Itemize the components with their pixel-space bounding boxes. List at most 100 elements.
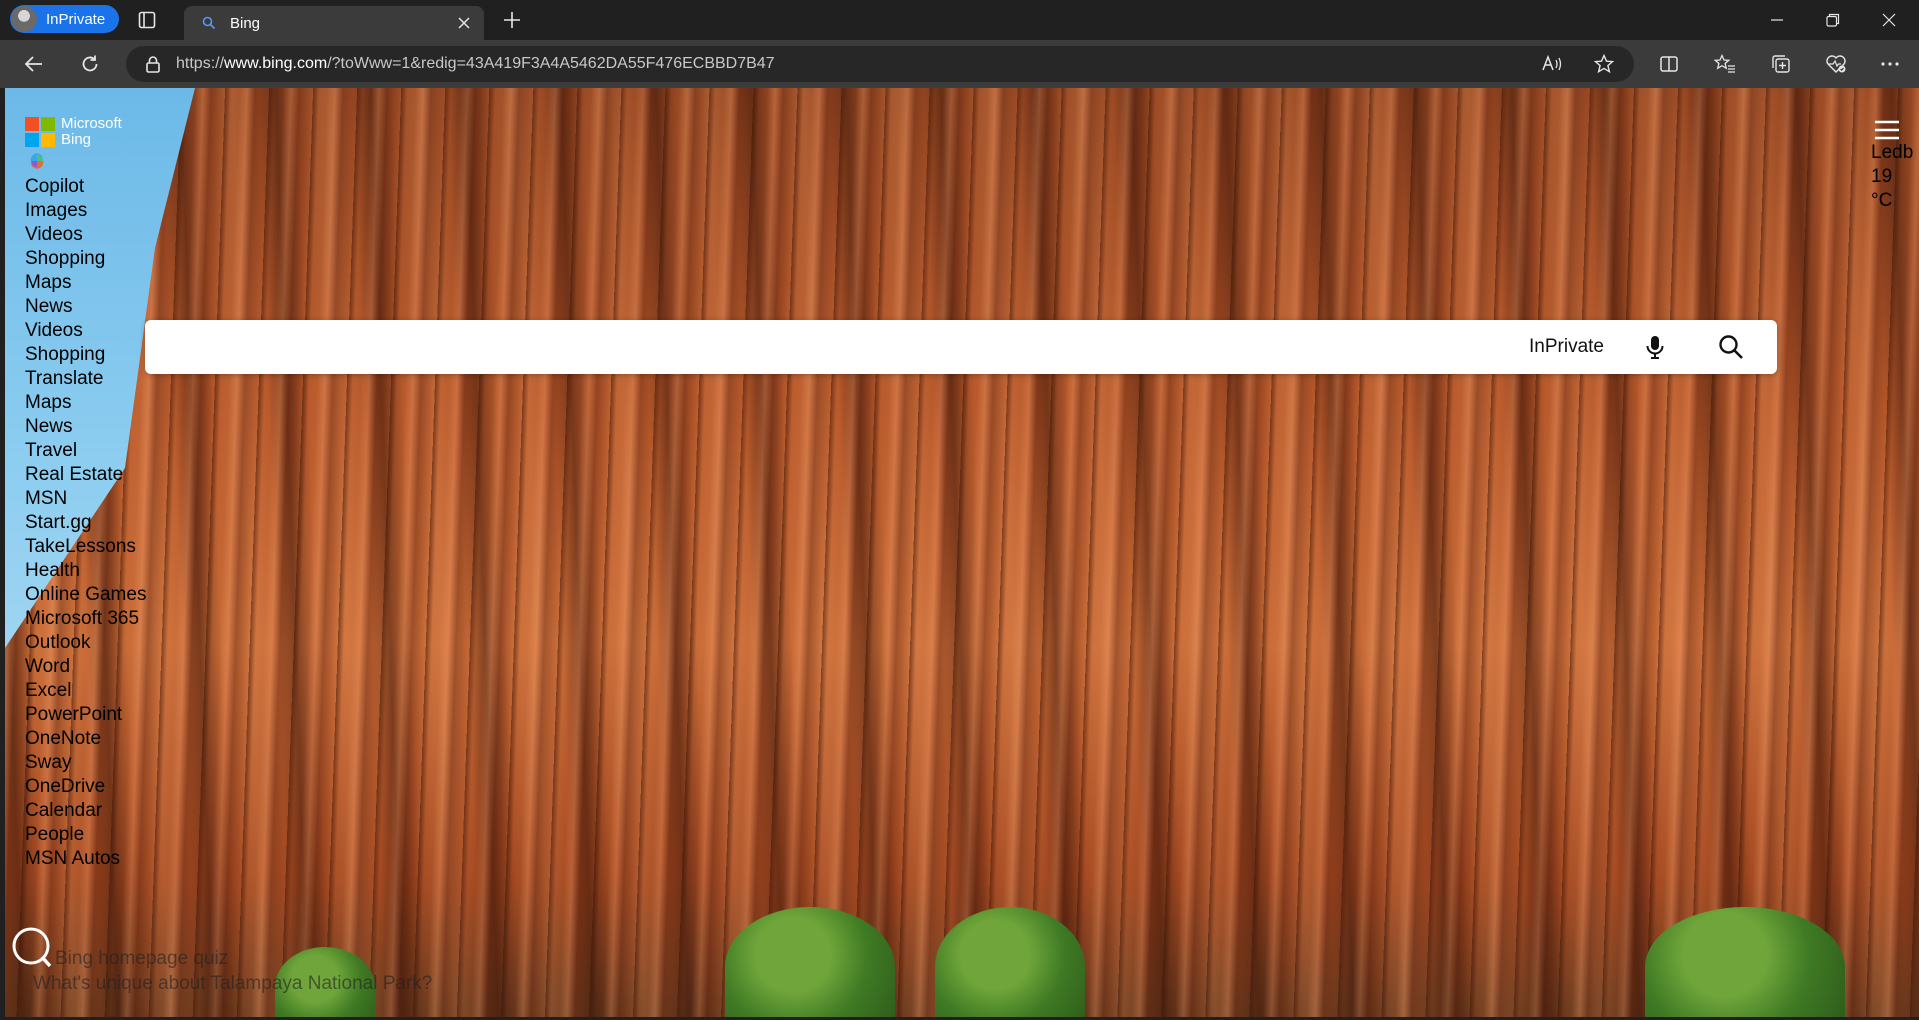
tab-title: Bing (230, 14, 261, 32)
search-favicon-icon (202, 16, 216, 30)
tab-close-button[interactable] (452, 11, 476, 35)
microphone-icon[interactable] (1641, 333, 1669, 361)
collections-button[interactable] (1765, 48, 1797, 80)
inprivate-indicator: InPrivate (1529, 336, 1604, 357)
lock-icon[interactable] (146, 55, 160, 73)
left-nav-links: Copilot Images Videos Shopping Maps News Video… (25, 175, 146, 871)
favorite-star-button[interactable] (1588, 48, 1620, 80)
tab-actions-icon (138, 11, 156, 29)
nav-link-powerpoint[interactable]: PowerPoint (25, 703, 146, 727)
bing-homepage: Microsoft Bing Copilot Images Videos Shoppi… (5, 88, 1919, 1017)
nav-link-excel[interactable]: Excel (25, 679, 146, 703)
nav-link-outlook[interactable]: Outlook (25, 631, 146, 655)
close-icon (458, 17, 470, 29)
settings-and-more-button[interactable] (1874, 48, 1906, 80)
nav-link-shopping[interactable]: Shopping (25, 247, 146, 271)
nav-link-word[interactable]: Word (25, 655, 146, 679)
new-tab-button[interactable] (498, 6, 526, 34)
read-aloud-icon (1542, 54, 1562, 71)
brand-line1: Microsoft (61, 115, 122, 132)
background-tree (725, 907, 895, 1017)
quiz-search-icon[interactable] (9, 926, 53, 970)
nav-link-copilot[interactable]: Copilot (25, 175, 146, 199)
nav-link-onedrive[interactable]: OneDrive (25, 775, 146, 799)
weather-widget[interactable]: Ledb 19 °C (1871, 141, 1919, 213)
nav-link-takelessons[interactable]: TakeLessons (25, 535, 146, 559)
restore-button[interactable] (1805, 0, 1861, 40)
nav-link-online-games[interactable]: Online Games (25, 583, 146, 607)
nav-link-msn[interactable]: MSN (25, 487, 146, 511)
close-icon (1882, 13, 1896, 27)
logo-square-green (41, 117, 55, 131)
nav-link-health[interactable]: Health (25, 559, 146, 583)
restore-icon (1826, 13, 1840, 27)
nav-link-travel[interactable]: Travel (25, 439, 146, 463)
nav-link-calendar[interactable]: Calendar (25, 799, 146, 823)
tab-actions-button[interactable] (134, 7, 160, 33)
nav-link-maps[interactable]: Maps (25, 271, 146, 295)
favorites-button[interactable] (1709, 48, 1741, 80)
nav-link-images[interactable]: Images (25, 199, 146, 223)
browser-toolbar: https://www.bing.com/?toWww=1&redig=43A4… (0, 40, 1919, 88)
search-icon[interactable] (1717, 333, 1745, 361)
quiz-question[interactable]: What's unique about Talampaya National P… (33, 973, 432, 995)
brand-text: Microsoft Bing (61, 116, 122, 148)
favorites-icon (1714, 54, 1735, 73)
microsoft-bing-logo[interactable]: Microsoft Bing (25, 116, 122, 148)
nav-link-maps[interactable]: Maps (25, 391, 146, 415)
nav-link-videos[interactable]: Videos (25, 319, 146, 343)
nav-link-people[interactable]: People (25, 823, 146, 847)
nav-link-microsoft-365[interactable]: Microsoft 365 (25, 607, 146, 631)
inprivate-profile-button[interactable]: InPrivate (10, 5, 119, 33)
url-prefix: https:// (176, 55, 225, 72)
minimize-button[interactable] (1749, 0, 1805, 40)
collections-icon (1772, 55, 1790, 73)
nav-link-shopping[interactable]: Shopping (25, 343, 146, 367)
search-box: InPrivate (145, 320, 1777, 374)
refresh-icon (82, 55, 98, 72)
tab-bing[interactable]: Bing (184, 6, 484, 40)
search-input[interactable] (161, 330, 1465, 366)
background-tree (935, 907, 1085, 1017)
logo-square-yellow (41, 133, 55, 147)
profile-avatar (11, 6, 37, 32)
logo-square-red (25, 117, 39, 131)
back-button[interactable] (18, 48, 50, 80)
address-bar[interactable]: https://www.bing.com/?toWww=1&redig=43A4… (126, 46, 1634, 82)
nav-link-msn-autos[interactable]: MSN Autos (25, 847, 146, 871)
url-text[interactable]: https://www.bing.com/?toWww=1&redig=43A4… (176, 55, 775, 73)
read-aloud-button[interactable] (1536, 48, 1568, 80)
nav-link-onenote[interactable]: OneNote (25, 727, 146, 751)
inprivate-label: InPrivate (46, 10, 106, 28)
arrow-left-icon (24, 56, 42, 72)
title-bar: InPrivate Bing (0, 0, 1919, 40)
nav-link-news[interactable]: News (25, 295, 146, 319)
nav-link-translate[interactable]: Translate (25, 367, 146, 391)
star-icon (1594, 54, 1614, 74)
weather-temperature: 19 (1871, 166, 1893, 187)
logo-square-blue (25, 133, 39, 147)
background-tree (1645, 907, 1845, 1017)
quiz-title[interactable]: Bing homepage quiz (55, 948, 228, 970)
microsoft-logo-icon (25, 117, 55, 147)
nav-link-start-gg[interactable]: Start.gg (25, 511, 146, 535)
copilot-icon[interactable] (28, 152, 46, 170)
heart-pulse-icon (1826, 55, 1846, 73)
more-dots-icon (1881, 62, 1899, 66)
split-screen-icon (1660, 56, 1678, 72)
url-host: www.bing.com (224, 55, 328, 72)
minimize-icon (1771, 19, 1783, 21)
url-path: /?toWww=1&redig=43A419F3A4A5462DA55F476E… (327, 55, 775, 72)
split-screen-button[interactable] (1653, 48, 1685, 80)
nav-link-videos[interactable]: Videos (25, 223, 146, 247)
plus-icon (504, 12, 520, 28)
weather-location: Ledb (1871, 142, 1914, 163)
window-close-button[interactable] (1861, 0, 1917, 40)
refresh-button[interactable] (74, 48, 106, 80)
brand-line2: Bing (61, 131, 92, 148)
nav-link-news[interactable]: News (25, 415, 146, 439)
browser-essentials-button[interactable] (1820, 48, 1852, 80)
nav-link-sway[interactable]: Sway (25, 751, 146, 775)
hamburger-menu-icon[interactable] (1873, 118, 1901, 142)
nav-link-real-estate[interactable]: Real Estate (25, 463, 146, 487)
